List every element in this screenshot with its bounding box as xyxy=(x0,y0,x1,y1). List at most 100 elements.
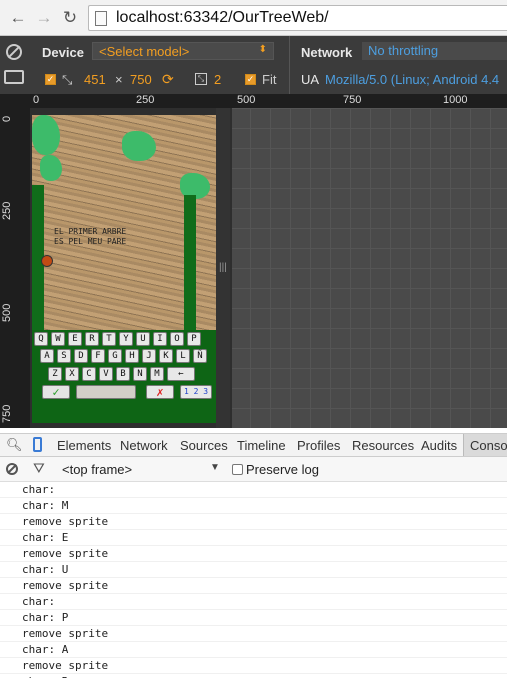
tab-profiles[interactable]: Profiles xyxy=(297,438,340,453)
back-arrow-icon[interactable]: ← xyxy=(8,8,28,28)
keyboard-key[interactable]: Z xyxy=(48,367,62,381)
console-message: char: U xyxy=(0,562,507,578)
console-message: char: xyxy=(0,482,507,498)
keyboard-key[interactable]: C xyxy=(82,367,96,381)
keyboard-key[interactable]: L xyxy=(176,349,190,363)
console-message: char: R xyxy=(0,674,507,678)
console-message: char: E xyxy=(0,530,507,546)
player-marker-icon xyxy=(41,255,53,267)
ruler-tick: 0 xyxy=(33,94,40,106)
leaf-decoration xyxy=(122,131,156,161)
keyboard-key[interactable]: O xyxy=(170,332,184,346)
no-emulation-icon[interactable] xyxy=(6,44,22,60)
width-input[interactable]: 451 xyxy=(84,72,106,87)
throttling-select[interactable]: No throttling xyxy=(362,42,507,60)
keyboard-key[interactable]: S xyxy=(57,349,71,363)
keyboard-key[interactable]: Ñ xyxy=(193,349,207,363)
keyboard-key[interactable]: E xyxy=(68,332,82,346)
leaf-decoration xyxy=(32,115,60,155)
viewport-resize-handle[interactable]: ||| xyxy=(216,108,230,428)
keyboard-key[interactable]: B xyxy=(116,367,130,381)
ruler-tick: 0 xyxy=(1,115,13,122)
resize-icon: ⤡ xyxy=(62,72,73,87)
keyboard-key[interactable]: H xyxy=(125,349,139,363)
console-message: char: M xyxy=(0,498,507,514)
right-pillar xyxy=(184,195,196,335)
keyboard-key[interactable]: G xyxy=(108,349,122,363)
preserve-log-label: Preserve log xyxy=(246,462,319,477)
keyboard-key[interactable]: P xyxy=(187,332,201,346)
keyboard-key[interactable]: R xyxy=(85,332,99,346)
keyboard-key[interactable]: X xyxy=(65,367,79,381)
dropdown-arrow-icon: ▼ xyxy=(210,462,220,473)
keyboard-key[interactable]: M xyxy=(150,367,164,381)
keyboard-key[interactable]: I xyxy=(153,332,167,346)
device-toolbar: Device <Select model> ⬍ ✓ ⤡ 451 × 750 ⟳ … xyxy=(0,36,507,94)
console-message: remove sprite xyxy=(0,578,507,594)
url-text: localhost:63342/OurTreeWeb/ xyxy=(116,9,329,26)
ruler-tick: 500 xyxy=(1,303,13,322)
ua-label: UA xyxy=(301,72,320,87)
keyboard-key[interactable]: ← xyxy=(167,367,195,381)
height-input[interactable]: 750 xyxy=(130,72,152,87)
tab-timeline[interactable]: Timeline xyxy=(237,438,286,453)
ruler-corner xyxy=(0,94,30,108)
user-agent-input[interactable]: Mozilla/5.0 (Linux; Android 4.4 xyxy=(325,72,499,87)
console-message: char: A xyxy=(0,642,507,658)
tab-elements[interactable]: Elements xyxy=(57,438,111,453)
console-message: char: xyxy=(0,594,507,610)
keyboard-key[interactable]: K xyxy=(159,349,173,363)
address-bar[interactable]: localhost:63342/OurTreeWeb/ xyxy=(88,5,507,31)
search-icon[interactable]: 🔍︎ xyxy=(6,437,23,453)
console-message: remove sprite xyxy=(0,658,507,674)
accept-button[interactable]: ✓ xyxy=(42,385,70,399)
forward-arrow-icon[interactable]: → xyxy=(34,8,54,28)
keyboard-key[interactable]: Q xyxy=(34,332,48,346)
network-label: Network xyxy=(301,45,353,60)
keyboard-key[interactable]: D xyxy=(74,349,88,363)
keyboard-key[interactable]: F xyxy=(91,349,105,363)
console-toolbar: ⛛ <top frame> ▼ Preserve log xyxy=(0,457,507,482)
pixel-ratio-input[interactable]: 2 xyxy=(214,72,221,87)
cancel-button[interactable]: ✗ xyxy=(146,385,174,399)
clear-console-icon[interactable] xyxy=(6,463,18,475)
frame-selector[interactable]: <top frame> ▼ xyxy=(58,460,226,478)
resolution-checkbox[interactable]: ✓ xyxy=(45,74,56,85)
keyboard-key[interactable]: N xyxy=(133,367,147,381)
keyboard-key[interactable]: T xyxy=(102,332,116,346)
tab-sources[interactable]: Sources xyxy=(180,438,228,453)
device-model-select[interactable]: <Select model> ⬍ xyxy=(92,42,274,60)
mobile-device-icon[interactable] xyxy=(33,437,42,452)
game-line-2: ES PEL MEU PARE xyxy=(54,237,127,246)
browser-toolbar: ← → ↻ localhost:63342/OurTreeWeb/ xyxy=(0,0,507,36)
vertical-ruler: 0 250 500 750 xyxy=(0,108,30,428)
space-key[interactable] xyxy=(76,385,136,399)
tab-console[interactable]: Conso xyxy=(470,438,507,453)
swap-dimensions-icon[interactable]: ⟳ xyxy=(162,71,174,88)
console-output: char: char: Mremove sprite char: Eremove s… xyxy=(0,482,507,678)
tab-network[interactable]: Network xyxy=(120,438,168,453)
numbers-key[interactable]: 1 2 3 xyxy=(180,385,212,399)
keyboard-key[interactable]: W xyxy=(51,332,65,346)
ruler-tick: 750 xyxy=(343,94,362,106)
screen-icon[interactable] xyxy=(4,70,24,84)
times-sign: × xyxy=(115,72,123,87)
ruler-tick: 750 xyxy=(1,404,13,423)
keyboard-key[interactable]: V xyxy=(99,367,113,381)
fit-checkbox[interactable]: ✓ xyxy=(245,74,256,85)
console-message: char: P xyxy=(0,610,507,626)
console-message: remove sprite xyxy=(0,514,507,530)
preserve-log-checkbox[interactable] xyxy=(232,464,243,475)
leaf-decoration xyxy=(40,155,62,181)
game-message: EL PRIMER ARBRE ES PEL MEU PARE xyxy=(54,227,126,247)
keyboard-key[interactable]: J xyxy=(142,349,156,363)
keyboard-key[interactable]: A xyxy=(40,349,54,363)
console-message: remove sprite xyxy=(0,626,507,642)
reload-icon[interactable]: ↻ xyxy=(60,8,80,28)
tab-resources[interactable]: Resources xyxy=(352,438,414,453)
tab-audits[interactable]: Audits xyxy=(421,438,457,453)
keyboard-key[interactable]: U xyxy=(136,332,150,346)
filter-icon[interactable]: ⛛ xyxy=(33,460,45,477)
keyboard-key[interactable]: Y xyxy=(119,332,133,346)
console-message: remove sprite xyxy=(0,546,507,562)
